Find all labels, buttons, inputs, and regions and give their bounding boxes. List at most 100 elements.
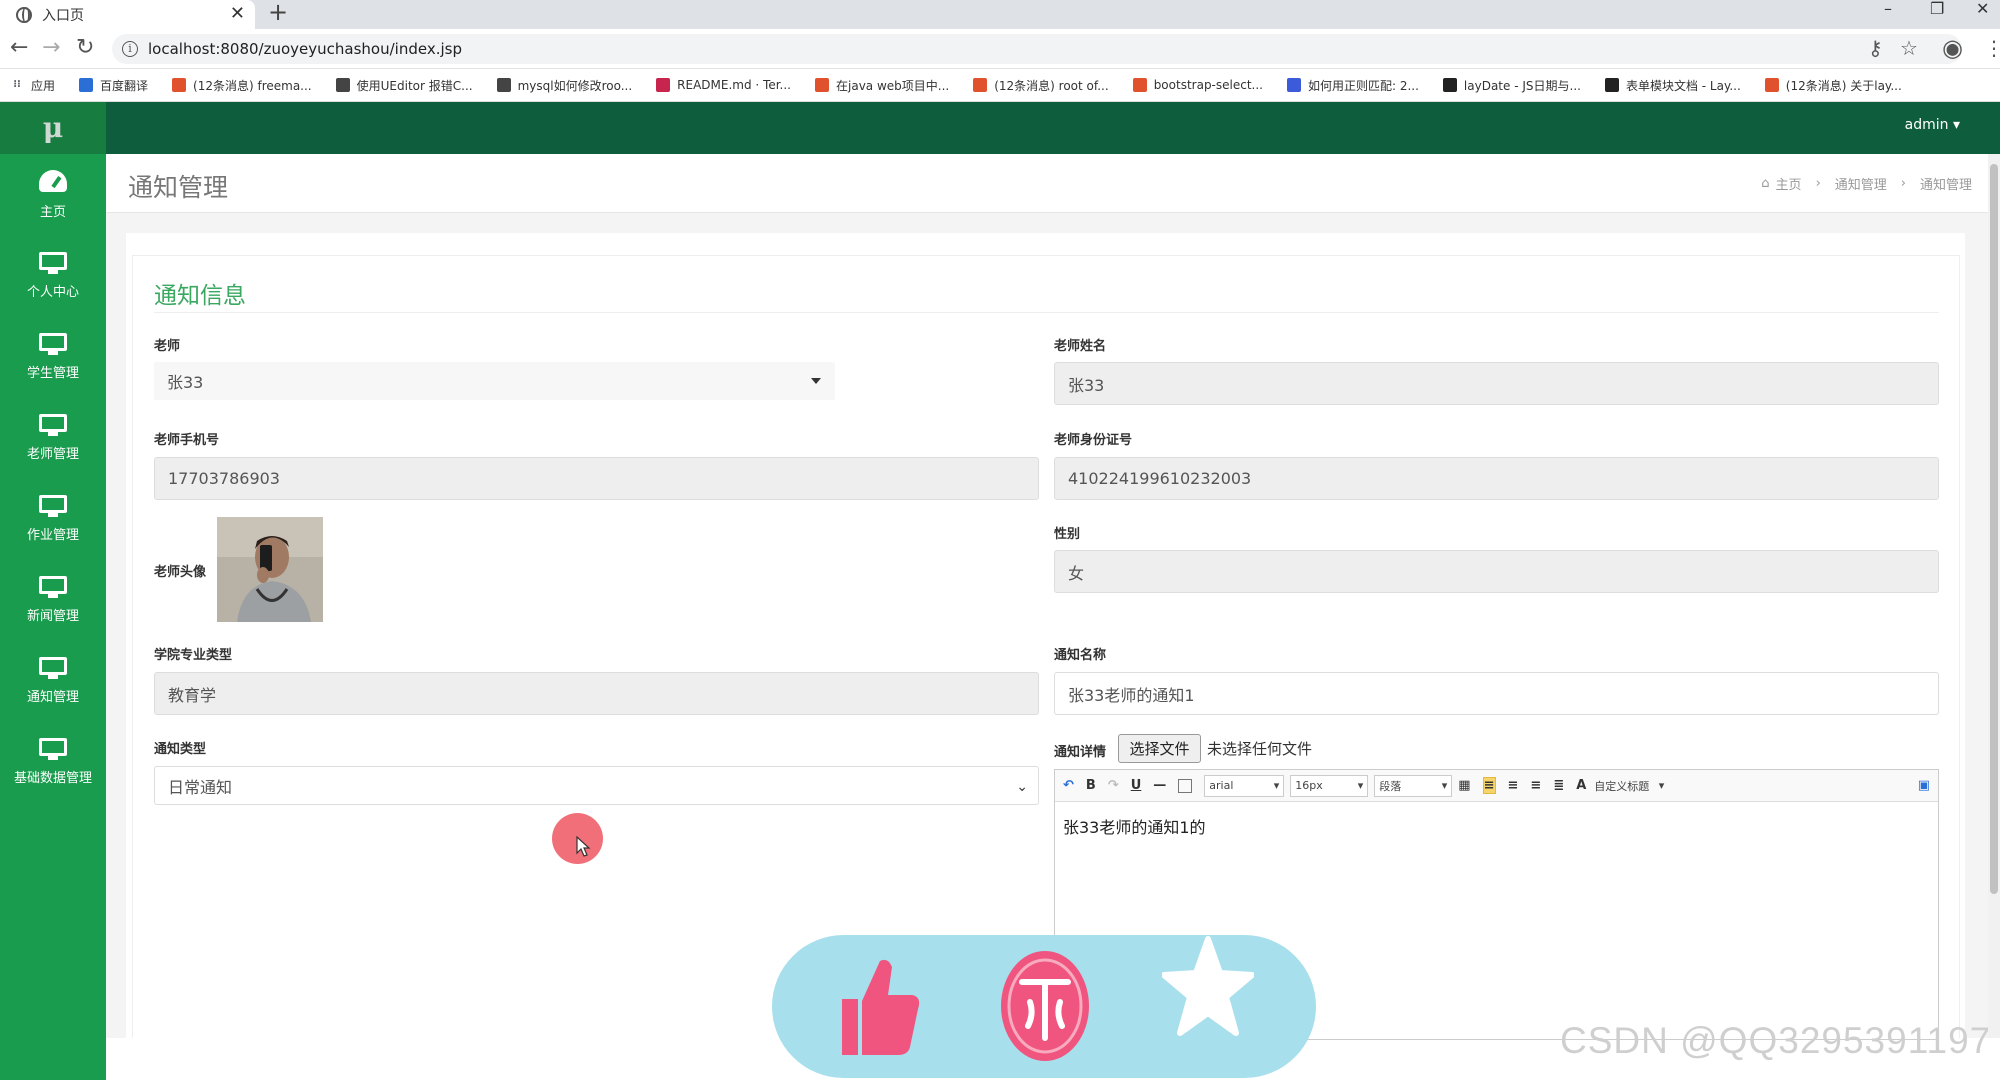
font-color-icon[interactable]: A [1576, 778, 1586, 793]
sidebar-item[interactable]: 主页 [0, 154, 106, 235]
teacher-name-value: 张33 [1068, 375, 1105, 395]
sidebar-item[interactable]: 基础数据管理 [0, 721, 106, 802]
undo-icon[interactable]: ↶ [1063, 778, 1074, 793]
fullscreen-icon[interactable]: ▣ [1918, 778, 1930, 793]
gender-value: 女 [1068, 563, 1085, 583]
bookmark-label: 百度翻译 [100, 78, 149, 93]
gender-field[interactable]: 女 [1054, 550, 1939, 593]
sidebar-item-label: 作业管理 [26, 527, 79, 543]
sidebar: μ 主页 个人中心 学生管理 老师管理 作业管理 新闻管理 通知管理 基础数据管理 [0, 102, 106, 1080]
align-center-icon[interactable]: ≡ [1530, 778, 1541, 793]
editor-content[interactable]: 张33老师的通知1的 [1055, 802, 1938, 850]
browser-tab[interactable]: 入口页 ✕ [0, 0, 255, 29]
paste-icon[interactable] [1178, 778, 1193, 793]
url-field[interactable]: i localhost:8080/zuoyeyuchashou/index.js… [112, 34, 1962, 64]
dropdown-arrow-icon: ▾ [1273, 779, 1280, 792]
star-icon[interactable]: ☆ [1900, 36, 1918, 60]
bookmark-favicon-icon [79, 78, 94, 92]
bookmark-item[interactable]: (12条消息) freema... [172, 77, 312, 94]
bookmark-label: 使用UEditor 报错C... [356, 78, 473, 93]
phone-field[interactable]: 17703786903 [154, 457, 1039, 500]
bookmark-favicon-icon [172, 78, 187, 92]
info-icon[interactable]: i [122, 41, 138, 57]
breadcrumb-item[interactable]: 通知管理 [1835, 174, 1887, 193]
align-right-icon[interactable]: ≡ [1508, 778, 1519, 793]
notice-name-input[interactable]: 张33老师的通知1 [1054, 672, 1939, 715]
divider [154, 312, 1939, 313]
page-scrollbar[interactable] [1988, 154, 2000, 1038]
scrollbar-thumb[interactable] [1990, 164, 1998, 894]
monitor-icon [39, 413, 67, 436]
table-icon[interactable]: ▦ [1458, 778, 1470, 793]
underline-icon[interactable]: U [1131, 778, 1142, 793]
minimize-icon[interactable]: – [1884, 0, 1892, 18]
monitor-icon [39, 656, 67, 679]
thumbs-up-icon[interactable] [836, 955, 922, 1059]
window-close-icon[interactable]: ✕ [1976, 0, 1989, 18]
sidebar-item[interactable]: 个人中心 [0, 235, 106, 316]
profile-icon[interactable]: ◉ [1942, 34, 1963, 62]
font-size-select[interactable]: 16px ▾ [1290, 774, 1369, 797]
menu-dots-icon[interactable]: ⋮ [1984, 36, 2000, 60]
back-icon[interactable]: ← [10, 37, 28, 59]
forward-icon[interactable]: → [42, 37, 60, 59]
major-value: 教育学 [168, 685, 217, 705]
bookmark-favicon-icon [815, 78, 829, 92]
caret-down-icon [811, 378, 821, 384]
custom-title-select[interactable]: 自定义标题 ▾ [1590, 775, 1668, 797]
sidebar-item-label: 通知管理 [26, 689, 79, 705]
chevron-down-icon: ⌄ [1016, 779, 1028, 795]
bookmark-label: 应用 [31, 78, 56, 93]
dropdown-arrow-icon: ▾ [1658, 779, 1665, 792]
bookmark-item[interactable]: (12条消息) root of... [973, 77, 1109, 94]
sidebar-item[interactable]: 学生管理 [0, 316, 106, 397]
bookmark-label: bootstrap-select... [1153, 78, 1263, 92]
bookmark-item[interactable]: 如何用正则匹配: 2... [1286, 77, 1419, 94]
reload-icon[interactable]: ↻ [76, 37, 94, 59]
notice-type-select[interactable]: 日常通知 ⌄ [154, 766, 1039, 805]
restore-icon[interactable]: ❐ [1930, 0, 1944, 18]
sidebar-item[interactable]: 新闻管理 [0, 559, 106, 640]
font-family-select[interactable]: arial ▾ [1204, 774, 1285, 797]
tab-title: 入口页 [42, 7, 84, 24]
new-tab-button[interactable]: + [268, 0, 288, 24]
breadcrumb-home[interactable]: 主页 [1776, 174, 1802, 193]
bookmark-item[interactable]: README.md · Ter... [656, 78, 791, 92]
bookmark-item[interactable]: 在java web项目中... [815, 77, 949, 94]
redo-icon[interactable]: ↷ [1108, 778, 1119, 793]
sidebar-item[interactable]: 通知管理 [0, 640, 106, 721]
horizontal-rule-icon[interactable]: — [1153, 778, 1166, 793]
sidebar-item[interactable]: 作业管理 [0, 478, 106, 559]
bookmark-item[interactable]: (12条消息) 关于lay... [1764, 77, 1902, 94]
favorite-star-icon[interactable] [1162, 935, 1254, 1043]
coin-icon[interactable] [1000, 950, 1090, 1062]
bookmark-favicon-icon [1604, 78, 1619, 92]
bookmark-apps[interactable]: ⁝⁝ 应用 [10, 77, 55, 94]
top-bar: admin ▾ [106, 102, 2000, 154]
teacher-select[interactable]: 张33 [154, 362, 835, 400]
teacher-name-field[interactable]: 张33 [1054, 362, 1939, 405]
align-justify-icon[interactable]: ≣ [1553, 778, 1564, 793]
bookmark-item[interactable]: layDate - JS日期与... [1442, 77, 1581, 94]
monitor-icon [39, 575, 67, 598]
idcard-field[interactable]: 410224199610232003 [1054, 457, 1939, 500]
align-left-icon[interactable]: ≡ [1482, 777, 1496, 794]
user-menu[interactable]: admin ▾ [1905, 117, 1960, 133]
choose-file-button[interactable]: 选择文件 [1118, 734, 1201, 763]
apps-grid-icon: ⁝⁝ [13, 79, 21, 90]
sidebar-item[interactable]: 老师管理 [0, 397, 106, 478]
sidebar-item-label: 主页 [39, 204, 66, 220]
close-tab-icon[interactable]: ✕ [230, 3, 245, 24]
paragraph-select[interactable]: 段落 ▾ [1374, 774, 1453, 797]
bold-icon[interactable]: B [1086, 778, 1096, 793]
bookmark-item[interactable]: 百度翻译 [79, 77, 148, 94]
page-header: 通知管理 ⌂ 主页 › 通知管理 › 通知管理 [106, 154, 2000, 213]
bookmark-item[interactable]: 表单模块文档 - Lay... [1604, 77, 1741, 94]
major-field[interactable]: 教育学 [154, 672, 1039, 715]
bookmark-item[interactable]: mysql如何修改roo... [496, 77, 632, 94]
bookmark-favicon-icon [1286, 78, 1301, 92]
dropdown-arrow-icon: ▾ [1441, 779, 1448, 792]
key-icon[interactable]: ⚷ [1868, 36, 1883, 60]
bookmark-item[interactable]: bootstrap-select... [1132, 78, 1263, 92]
bookmark-item[interactable]: 使用UEditor 报错C... [335, 77, 473, 94]
